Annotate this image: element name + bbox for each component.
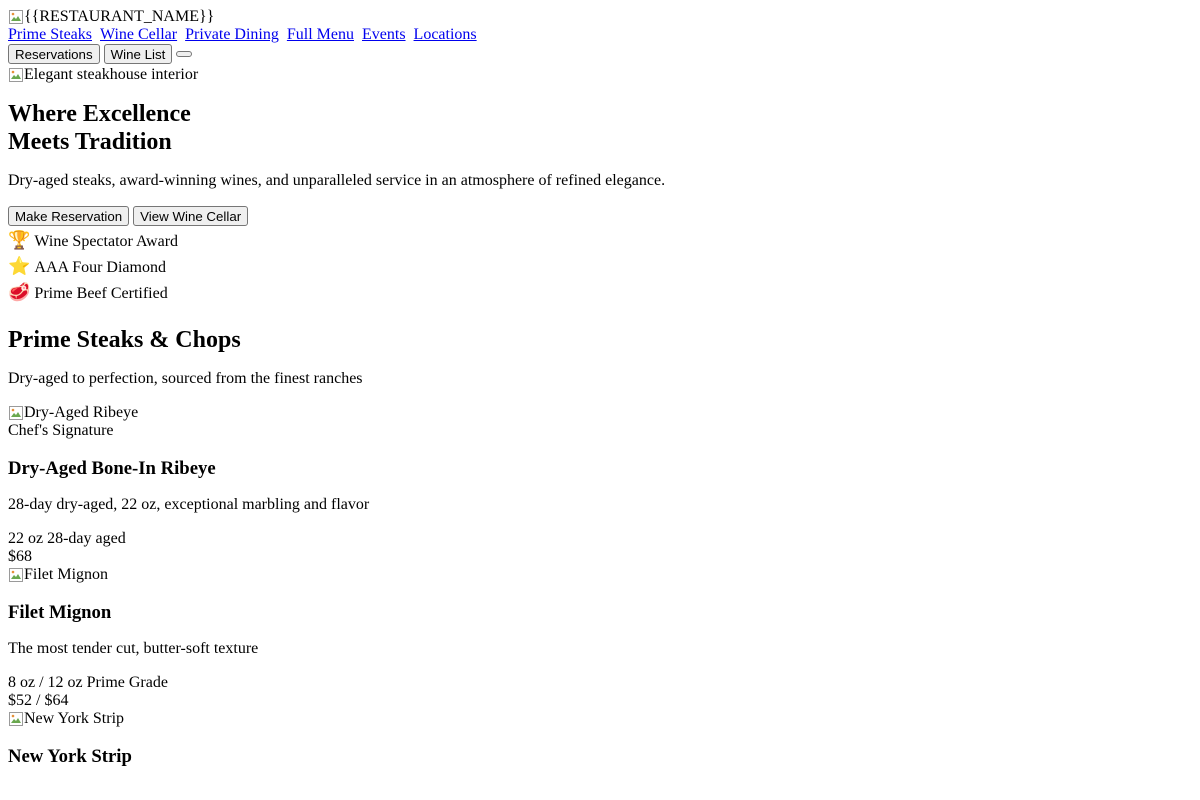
hero-title-line-2: Meets Tradition	[8, 129, 172, 155]
nav-link-prime-steaks[interactable]: Prime Steaks	[8, 26, 92, 43]
menu-toggle-button[interactable]	[176, 51, 193, 57]
menu-item-image-alt: Filet Mignon	[24, 566, 109, 583]
make-reservation-button[interactable]: Make Reservation	[8, 206, 130, 226]
nav-link-wine-cellar[interactable]: Wine Cellar	[100, 26, 177, 43]
star-icon: ⭐	[8, 256, 31, 277]
nav-link-locations[interactable]: Locations	[414, 26, 477, 43]
view-wine-cellar-button[interactable]: View Wine Cellar	[133, 206, 249, 226]
award-item: ⭐ AAA Four Diamond	[8, 254, 1192, 280]
menu-item-image: Dry-Aged Ribeye	[8, 404, 1192, 422]
menu-item: Dry-Aged Ribeye Chef's Signature Dry-Age…	[8, 404, 1192, 566]
nav-link-private-dining[interactable]: Private Dining	[185, 26, 279, 43]
nav-link-full-menu[interactable]: Full Menu	[287, 26, 354, 43]
page: {{RESTAURANT_NAME}} Prime Steaks Wine Ce…	[0, 0, 1200, 800]
section-subtitle: Dry-aged to perfection, sourced from the…	[8, 370, 363, 387]
menu-item-meta: 22 oz 28-day aged	[8, 530, 126, 547]
menu-item-price: $68	[8, 548, 32, 565]
trophy-icon: 🏆	[8, 230, 31, 251]
award-label: Prime Beef Certified	[34, 285, 168, 302]
nav-link-events[interactable]: Events	[362, 26, 406, 43]
wine-list-button[interactable]: Wine List	[103, 44, 173, 64]
menu-item-description: 28-day dry-aged, 22 oz, exceptional marb…	[8, 496, 370, 513]
menu-item-description: The most tender cut, butter-soft texture	[8, 640, 259, 657]
logo[interactable]: {{RESTAURANT_NAME}}	[8, 8, 1192, 26]
hero-image-alt: Elegant steakhouse interior	[24, 66, 199, 83]
award-label: AAA Four Diamond	[34, 259, 166, 276]
broken-image-icon	[8, 405, 24, 421]
reservations-button[interactable]: Reservations	[8, 44, 100, 64]
hero-title: Where Excellence Meets Tradition	[8, 100, 1192, 156]
menu-item-name: Filet Mignon	[8, 602, 112, 623]
broken-image-icon	[8, 9, 24, 25]
awards-list: 🏆 Wine Spectator Award ⭐ AAA Four Diamond …	[8, 228, 1192, 306]
menu-item-name: New York Strip	[8, 746, 132, 767]
menu-item-price: $52 / $64	[8, 692, 69, 709]
hero-title-line-1: Where Excellence	[8, 101, 191, 127]
menu-item-meta: 8 oz / 12 oz Prime Grade	[8, 674, 168, 691]
broken-image-icon	[8, 67, 24, 83]
main-nav: Prime Steaks Wine Cellar Private Dining …	[8, 26, 1192, 44]
menu-item-tag: Chef's Signature	[8, 422, 114, 439]
menu-item-image: New York Strip	[8, 710, 1192, 728]
hero-subtitle: Dry-aged steaks, award-winning wines, an…	[8, 172, 666, 189]
menu-item-image-alt: Dry-Aged Ribeye	[24, 404, 139, 421]
award-label: Wine Spectator Award	[34, 233, 179, 250]
menu-item: New York Strip New York Strip	[8, 710, 1192, 768]
menu-item-image-alt: New York Strip	[24, 710, 125, 727]
menu-item-image: Filet Mignon	[8, 566, 1192, 584]
hero-actions: Make Reservation View Wine Cellar	[8, 206, 1192, 228]
award-item: 🏆 Wine Spectator Award	[8, 228, 1192, 254]
award-item: 🥩 Prime Beef Certified	[8, 280, 1192, 306]
broken-image-icon	[8, 567, 24, 583]
menu-item-name: Dry-Aged Bone-In Ribeye	[8, 458, 216, 479]
hero-image: Elegant steakhouse interior	[8, 66, 1192, 84]
header-actions: Reservations Wine List	[8, 44, 1192, 66]
menu-item: Filet Mignon Filet Mignon The most tende…	[8, 566, 1192, 710]
logo-alt-text: {{RESTAURANT_NAME}}	[24, 8, 215, 25]
section-title: Prime Steaks & Chops	[8, 327, 241, 353]
steak-icon: 🥩	[8, 282, 31, 303]
logo-image[interactable]: {{RESTAURANT_NAME}}	[8, 8, 214, 26]
broken-image-icon	[8, 711, 24, 727]
